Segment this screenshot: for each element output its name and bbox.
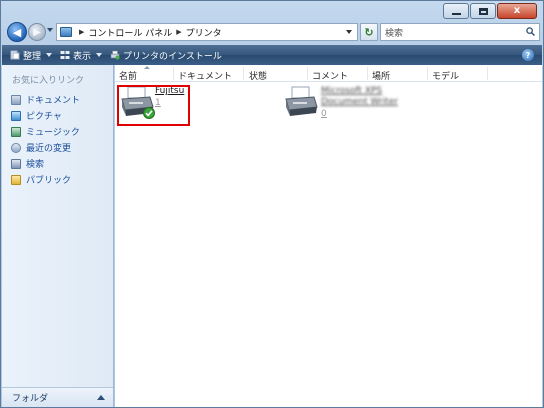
column-divider[interactable] (307, 67, 308, 80)
column-divider[interactable] (173, 67, 174, 80)
recent-changes-icon (11, 142, 21, 153)
column-divider[interactable] (487, 67, 488, 80)
help-icon[interactable]: ? (522, 49, 534, 61)
sidebar-item-music[interactable]: ミュージック (11, 125, 80, 138)
sidebar-item-label: 検索 (26, 160, 45, 170)
views-button[interactable]: 表示 (58, 45, 108, 65)
help-glyph: ? (525, 50, 531, 60)
printer-item-xps[interactable]: Microsoft XPS Document Writer 0 (283, 85, 433, 125)
printer-name[interactable]: Microsoft XPS Document Writer (321, 86, 421, 108)
documents-icon (11, 94, 21, 105)
refresh-button[interactable]: ↻ (360, 23, 378, 41)
search-input[interactable]: 検索 (380, 23, 540, 41)
views-icon (60, 51, 70, 59)
address-bar[interactable]: ▶ コントロール パネル ▶ プリンタ (56, 23, 358, 41)
sort-arrow-icon (144, 66, 150, 69)
close-icon: x (513, 5, 521, 16)
column-status[interactable]: 状態 (249, 69, 267, 82)
navigation-pane: お気に入りリンク ドキュメント ピクチャ ミュージック 最近の変更 検索 パブリ… (2, 65, 114, 407)
pictures-icon (11, 110, 21, 121)
maximize-icon (478, 7, 488, 15)
music-icon (11, 126, 21, 137)
sidebar-item-label: ドキュメント (26, 96, 81, 106)
breadcrumb-separator-icon[interactable]: ▶ (176, 28, 181, 36)
column-comment[interactable]: コメント (312, 69, 348, 82)
organize-button[interactable]: 整理 (8, 45, 58, 65)
sidebar-item-label: ミュージック (26, 128, 80, 138)
close-button[interactable]: x (497, 3, 537, 19)
refresh-icon: ↻ (364, 25, 374, 39)
favorite-links-heading: お気に入りリンク (12, 76, 85, 86)
sidebar-item-documents[interactable]: ドキュメント (11, 93, 80, 106)
column-divider[interactable] (367, 67, 368, 80)
column-divider[interactable] (243, 67, 244, 80)
chevron-up-icon (97, 395, 105, 400)
sidebar-item-label: パブリック (26, 176, 72, 186)
folders-label: フォルダ (12, 394, 49, 404)
recent-pages-dropdown[interactable] (47, 28, 53, 32)
views-label: 表示 (73, 51, 92, 62)
breadcrumb-separator-icon[interactable]: ▶ (79, 28, 84, 36)
column-name[interactable]: 名前 (119, 69, 137, 82)
column-header: 名前 ドキュメント 状態 コメント 場所 モデル (115, 65, 542, 82)
chevron-down-icon (46, 53, 53, 57)
control-panel-icon (60, 27, 72, 37)
forward-arrow-icon: ▶ (33, 26, 41, 38)
sidebar-item-label: 最近の変更 (26, 144, 72, 154)
maximize-button[interactable] (470, 3, 496, 19)
sidebar-item-label: ピクチャ (26, 112, 62, 122)
column-documents[interactable]: ドキュメント (178, 69, 232, 82)
minimize-button[interactable] (443, 3, 469, 19)
public-folder-icon (11, 174, 21, 185)
sidebar-item-public[interactable]: パブリック (11, 173, 71, 186)
breadcrumb-control-panel[interactable]: コントロール パネル (88, 26, 172, 39)
column-location[interactable]: 場所 (372, 69, 390, 82)
breadcrumb-printers[interactable]: プリンタ (186, 26, 222, 39)
selection-highlight (117, 85, 190, 126)
column-model[interactable]: モデル (432, 69, 459, 82)
caption-buttons: x (443, 3, 537, 19)
search-placeholder: 検索 (385, 28, 404, 39)
printer-install-icon (110, 50, 120, 60)
sidebar-item-recent[interactable]: 最近の変更 (11, 141, 71, 154)
add-printer-label: プリンタのインストール (123, 51, 222, 62)
forward-button[interactable]: ▶ (28, 23, 46, 41)
folders-toggle[interactable]: フォルダ (2, 387, 113, 407)
sidebar-item-search[interactable]: 検索 (11, 157, 44, 170)
explorer-window: x ◀ ▶ ▶ コントロール パネル ▶ プリンタ ↻ 検索 整理 表示 プリン… (0, 0, 544, 408)
printer-document-count: 0 (321, 109, 327, 119)
search-icon[interactable] (526, 27, 535, 36)
sidebar-item-pictures[interactable]: ピクチャ (11, 109, 62, 122)
back-arrow-icon: ◀ (12, 25, 22, 39)
organize-label: 整理 (23, 51, 42, 62)
add-printer-button[interactable]: プリンタのインストール (108, 45, 228, 65)
minimize-icon (451, 12, 461, 15)
organize-icon (10, 50, 20, 60)
back-button[interactable]: ◀ (7, 22, 27, 42)
printer-icon (285, 86, 318, 116)
column-divider[interactable] (427, 67, 428, 80)
address-dropdown-icon[interactable] (346, 30, 352, 34)
search-folder-icon (11, 158, 21, 169)
chevron-down-icon (96, 53, 103, 57)
command-bar: 整理 表示 プリンタのインストール ? (2, 45, 542, 65)
navigation-bar: ◀ ▶ ▶ コントロール パネル ▶ プリンタ ↻ 検索 (5, 21, 540, 43)
